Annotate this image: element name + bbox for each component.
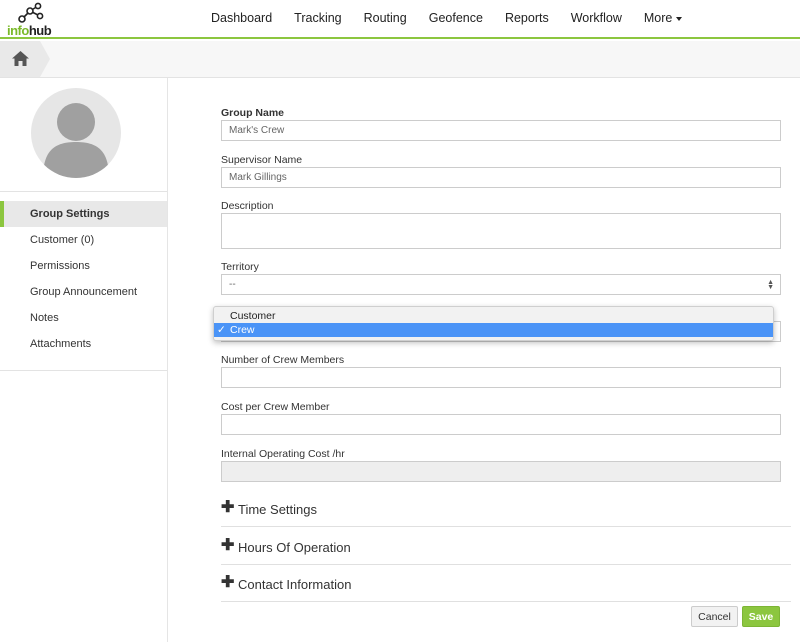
plus-icon: ✚ xyxy=(221,499,235,516)
operating-cost-input xyxy=(221,461,781,482)
territory-label: Territory xyxy=(221,261,259,273)
group-name-input[interactable] xyxy=(221,120,781,141)
user-silhouette-icon xyxy=(43,103,109,178)
logo-text-hub: hub xyxy=(28,23,52,38)
nav-routing[interactable]: Routing xyxy=(353,0,418,37)
select-arrows-icon: ▲▼ xyxy=(767,279,774,291)
section-contact-information[interactable]: ✚ Contact Information xyxy=(221,565,791,602)
logo-text: infohub xyxy=(7,23,52,38)
infohub-logo[interactable]: infohub xyxy=(4,2,54,38)
section-title: Contact Information xyxy=(238,577,352,592)
network-logo-icon xyxy=(18,2,44,23)
description-textarea[interactable] xyxy=(221,213,781,249)
sidebar-menu: Group Settings Customer (0) Permissions … xyxy=(0,191,167,371)
supervisor-name-label: Supervisor Name xyxy=(221,154,303,166)
nav-geofence[interactable]: Geofence xyxy=(418,0,494,37)
dropdown-option-crew[interactable]: ✓ Crew xyxy=(214,323,773,337)
nav-tracking[interactable]: Tracking xyxy=(283,0,352,37)
plus-icon: ✚ xyxy=(221,537,235,554)
top-navbar: infohub Dashboard Tracking Routing Geofe… xyxy=(0,0,800,39)
avatar[interactable] xyxy=(31,88,121,178)
section-title: Hours Of Operation xyxy=(238,540,351,555)
territory-value: -- xyxy=(229,279,236,290)
sidebar-item-attachments[interactable]: Attachments xyxy=(0,331,167,357)
cancel-button[interactable]: Cancel xyxy=(691,606,738,627)
crew-members-input[interactable] xyxy=(221,367,781,388)
nav-dashboard[interactable]: Dashboard xyxy=(200,0,283,37)
checkmark-icon: ✓ xyxy=(217,324,226,336)
cost-per-member-input[interactable] xyxy=(221,414,781,435)
dropdown-option-customer[interactable]: Customer xyxy=(214,309,773,323)
type-dropdown-menu: Customer ✓ Crew xyxy=(213,306,774,341)
supervisor-name-input[interactable] xyxy=(221,167,781,188)
nav-more[interactable]: More xyxy=(633,0,693,37)
sidebar-item-notes[interactable]: Notes xyxy=(0,305,167,331)
crew-members-label: Number of Crew Members xyxy=(221,354,345,366)
nav-reports[interactable]: Reports xyxy=(494,0,560,37)
sidebar-item-customer[interactable]: Customer (0) xyxy=(0,227,167,253)
option-crew-label: Crew xyxy=(230,324,255,336)
territory-select[interactable]: -- ▲ ▼ xyxy=(221,274,781,295)
logo-text-info: info xyxy=(7,23,29,38)
caret-down-icon xyxy=(676,16,683,21)
section-time-settings[interactable]: ✚ Time Settings xyxy=(221,490,791,527)
home-icon xyxy=(12,51,29,66)
breadcrumb-home[interactable] xyxy=(0,41,50,77)
nav-workflow[interactable]: Workflow xyxy=(560,0,633,37)
description-label: Description xyxy=(221,200,274,212)
option-customer-label: Customer xyxy=(230,310,276,322)
save-button[interactable]: Save xyxy=(742,606,780,627)
sidebar: Group Settings Customer (0) Permissions … xyxy=(0,78,168,642)
sidebar-item-group-settings[interactable]: Group Settings xyxy=(0,201,167,227)
nav-more-label: More xyxy=(643,11,673,25)
group-name-label: Group Name xyxy=(221,107,285,119)
operating-cost-label: Internal Operating Cost /hr xyxy=(221,448,345,460)
cost-per-member-label: Cost per Crew Member xyxy=(221,401,330,413)
sidebar-item-group-announcement[interactable]: Group Announcement xyxy=(0,279,167,305)
section-hours-of-operation[interactable]: ✚ Hours Of Operation xyxy=(221,528,791,565)
main-nav: Dashboard Tracking Routing Geofence Repo… xyxy=(200,0,693,37)
plus-icon: ✚ xyxy=(221,574,235,591)
breadcrumb xyxy=(0,41,800,78)
section-title: Time Settings xyxy=(238,502,317,517)
sidebar-item-permissions[interactable]: Permissions xyxy=(0,253,167,279)
